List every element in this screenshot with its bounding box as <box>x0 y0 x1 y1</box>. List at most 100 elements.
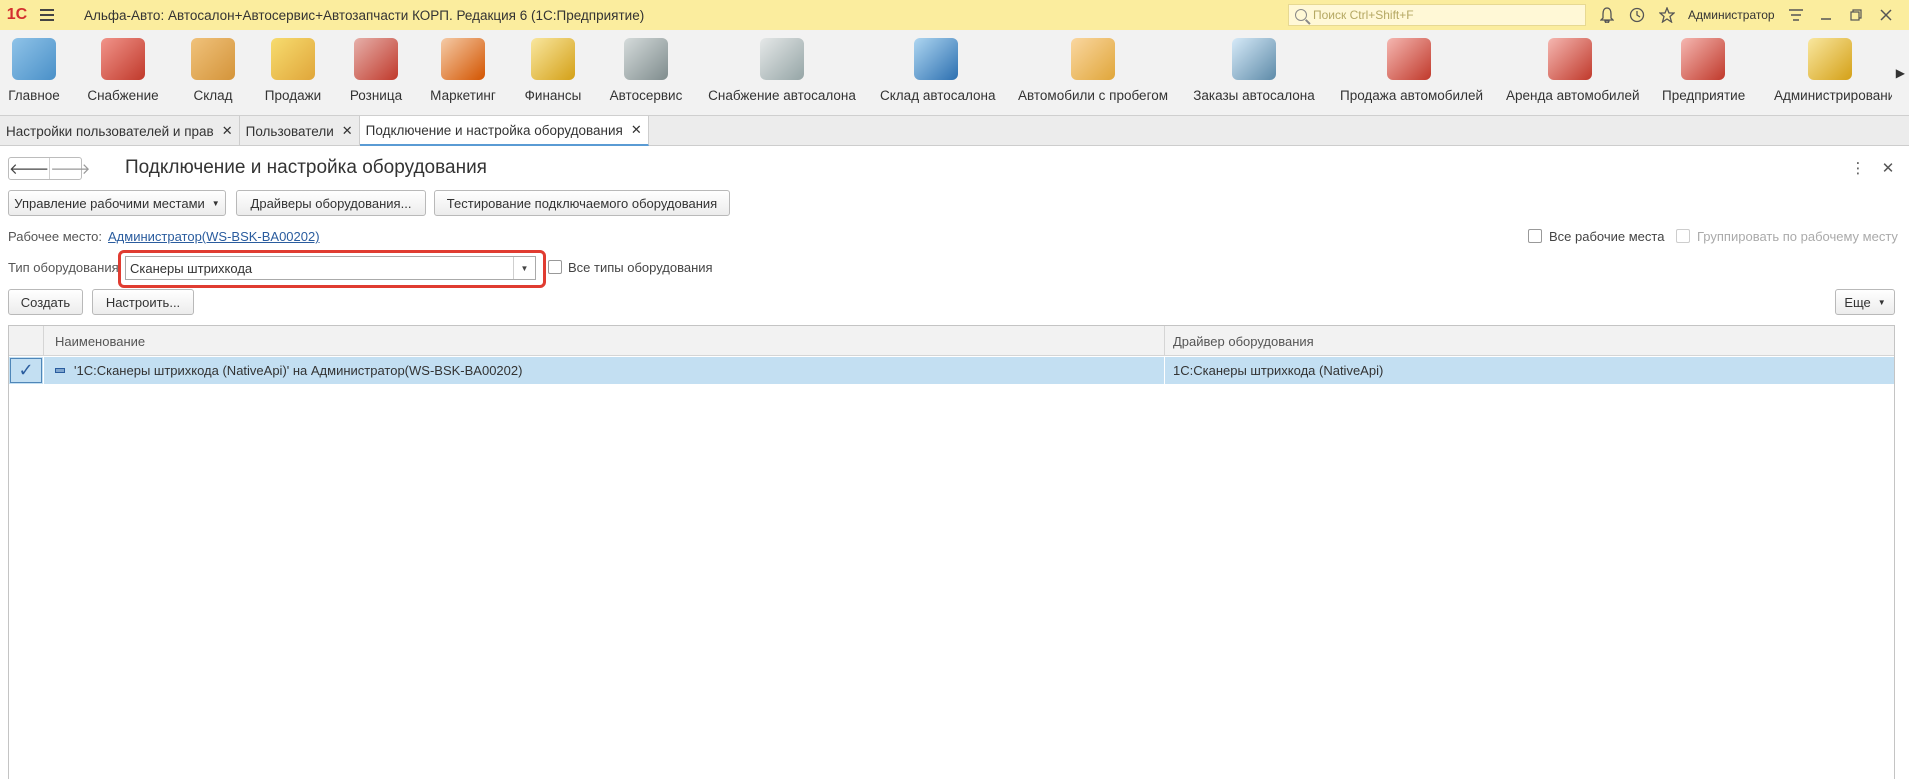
sales-icon <box>271 38 315 80</box>
section-label: Продажа автомобилей <box>1340 88 1484 103</box>
section-label: Склад <box>193 88 233 103</box>
section-label: Автосервис <box>609 88 683 103</box>
back-arrow-icon[interactable]: 🡐 <box>9 158 49 179</box>
section-car-sales[interactable]: Продажа автомобилей <box>1340 30 1484 116</box>
section-label: Администрирование <box>1774 88 1892 103</box>
section-finance[interactable]: Финансы <box>520 30 586 116</box>
equipment-type-value: Сканеры штрихкода <box>130 260 253 276</box>
all-types-checkbox[interactable] <box>548 260 562 274</box>
section-label: Финансы <box>524 88 582 103</box>
tab-label: Подключение и настройка оборудования <box>365 122 623 138</box>
workplace-label: Рабочее место: <box>8 229 103 244</box>
restore-icon[interactable] <box>1841 0 1871 30</box>
section-showroom-warehouse[interactable]: Склад автосалона <box>880 30 996 116</box>
database-icon <box>1808 38 1852 80</box>
handshake-icon <box>1071 38 1115 80</box>
section-label: Автомобили с пробегом <box>1018 88 1168 103</box>
close-window-icon[interactable] <box>1871 0 1901 30</box>
column-header-driver[interactable]: Драйвер оборудования <box>1167 326 1314 356</box>
section-sales[interactable]: Продажи <box>262 30 324 116</box>
button-label: Управление рабочими местами <box>14 195 205 211</box>
button-label: Создать <box>20 294 71 310</box>
all-workplaces-checkbox[interactable] <box>1528 229 1542 243</box>
current-user[interactable]: Администратор <box>1688 8 1775 22</box>
section-enterprise[interactable]: Предприятие <box>1662 30 1746 116</box>
chart-board-icon <box>441 38 485 80</box>
boxes-icon <box>191 38 235 80</box>
section-label: Маркетинг <box>430 88 496 103</box>
minimize-icon[interactable] <box>1811 0 1841 30</box>
dropdown-arrow-icon[interactable]: ▼ <box>513 257 535 279</box>
app-logo[interactable]: 1С <box>0 0 34 30</box>
equipment-type-label: Тип оборудования <box>8 260 119 275</box>
tab-user-settings[interactable]: Настройки пользователей и прав ✕ <box>0 116 240 146</box>
configure-button[interactable]: Настроить... <box>92 289 194 315</box>
tab-equipment[interactable]: Подключение и настройка оборудования ✕ <box>359 116 649 146</box>
main-section-icon <box>12 38 56 80</box>
testing-button[interactable]: Тестирование подключаемого оборудования <box>434 190 730 216</box>
button-label: Еще <box>1844 294 1871 310</box>
title-bar: 1С Альфа-Авто: Автосалон+Автосервис+Авто… <box>0 0 1909 30</box>
section-label: Предприятие <box>1662 88 1746 103</box>
search-icon <box>1295 9 1307 21</box>
button-label: Настроить... <box>105 294 181 310</box>
section-label: Аренда автомобилей <box>1506 88 1640 103</box>
section-car-rental[interactable]: Аренда автомобилей <box>1506 30 1640 116</box>
close-tab-icon[interactable]: ✕ <box>342 123 353 139</box>
search-input[interactable]: Поиск Ctrl+Shift+F <box>1288 4 1586 26</box>
button-label: Драйверы оборудования... <box>250 195 412 211</box>
section-label: Снабжение <box>87 88 159 103</box>
create-button[interactable]: Создать <box>8 289 83 315</box>
all-workplaces-label: Все рабочие места <box>1549 229 1665 244</box>
section-retail[interactable]: Розница <box>346 30 406 116</box>
close-tab-icon[interactable]: ✕ <box>631 122 642 138</box>
more-button[interactable]: Еще ▼ <box>1835 289 1895 315</box>
section-main[interactable]: Главное <box>0 30 68 116</box>
equipment-type-select[interactable]: Сканеры штрихкода ▼ <box>125 256 536 280</box>
section-warehouse[interactable]: Склад <box>188 30 238 116</box>
section-showroom-supply[interactable]: Снабжение автосалона <box>708 30 856 116</box>
drivers-button[interactable]: Драйверы оборудования... <box>236 190 426 216</box>
column-header-name[interactable]: Наименование <box>49 326 145 356</box>
more-actions-icon[interactable]: ⋮ <box>1848 158 1868 178</box>
section-marketing[interactable]: Маркетинг <box>428 30 498 116</box>
section-used-cars[interactable]: Автомобили с пробегом <box>1018 30 1168 116</box>
main-menu-icon[interactable] <box>34 0 60 30</box>
navigation-buttons: 🡐 🡒 <box>8 157 90 180</box>
car-clock-icon <box>1548 38 1592 80</box>
close-tab-icon[interactable]: ✕ <box>222 123 233 139</box>
sections-panel: Главное Снабжение Склад Продажи Розница … <box>0 30 1909 116</box>
search-placeholder: Поиск Ctrl+Shift+F <box>1313 8 1414 22</box>
equipment-table[interactable]: Наименование Драйвер оборудования ✓ '1С:… <box>8 325 1895 779</box>
truck-icon <box>101 38 145 80</box>
checkmark-icon[interactable]: ✓ <box>10 358 42 383</box>
close-form-icon[interactable]: ✕ <box>1878 158 1898 178</box>
scroll-right-icon[interactable]: ▶ <box>1896 66 1905 80</box>
history-icon[interactable] <box>1622 0 1652 30</box>
house-icon <box>1681 38 1725 80</box>
tab-label: Пользователи <box>245 123 334 139</box>
tab-users[interactable]: Пользователи ✕ <box>240 116 360 146</box>
manager-icon <box>1232 38 1276 80</box>
dropdown-arrow-icon: ▼ <box>211 198 220 208</box>
workplaces-button[interactable]: Управление рабочими местами ▼ <box>8 190 226 216</box>
forward-arrow-icon[interactable]: 🡒 <box>49 158 90 179</box>
table-row[interactable]: ✓ '1С:Сканеры штрихкода (NativeApi)' на … <box>9 357 1894 384</box>
section-label: Главное <box>8 88 60 103</box>
star-icon[interactable] <box>1652 0 1682 30</box>
app-title: Альфа-Авто: Автосалон+Автосервис+Автозап… <box>84 7 645 23</box>
brake-disc-icon <box>624 38 668 80</box>
cash-register-icon <box>354 38 398 80</box>
garage-icon <box>914 38 958 80</box>
bell-icon[interactable] <box>1592 0 1622 30</box>
section-administration[interactable]: Администрирование <box>1768 30 1892 116</box>
settings-menu-icon[interactable] <box>1781 0 1811 30</box>
table-header: Наименование Драйвер оборудования <box>9 326 1894 356</box>
section-showroom-orders[interactable]: Заказы автосалона <box>1192 30 1316 116</box>
workplace-link[interactable]: Администратор(WS-BSK-BA00202) <box>108 229 320 244</box>
row-driver: 1С:Сканеры штрихкода (NativeApi) <box>1173 363 1384 378</box>
section-supply[interactable]: Снабжение <box>84 30 162 116</box>
all-types-label: Все типы оборудования <box>568 260 713 275</box>
section-label: Заказы автосалона <box>1193 88 1315 103</box>
section-autoservice[interactable]: Автосервис <box>606 30 686 116</box>
